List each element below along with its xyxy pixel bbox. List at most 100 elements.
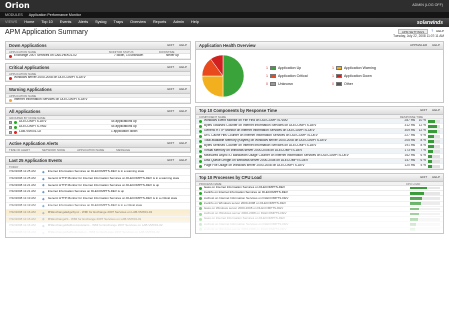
event-row[interactable]: 7/22/2008 11:16 AM ◆ MSExchangeEdgeSync - …	[6, 209, 190, 217]
component-link[interactable]: Virtual Memory on Windows server 2000-20…	[204, 149, 391, 153]
event-row[interactable]: 7/22/2008 11:21 AM ◆ Internet Information …	[6, 189, 190, 197]
nav-traps[interactable]: Traps	[114, 20, 124, 25]
event-message[interactable]: MSExchangeMailSubmission - WMI for Excha…	[48, 231, 160, 235]
help-button[interactable]: HELP	[179, 158, 187, 163]
process-link[interactable]: inetinfo on Internet Information Service…	[204, 191, 408, 195]
edit-button[interactable]: EDIT	[420, 175, 427, 180]
nav-home[interactable]: Home	[24, 20, 34, 25]
event-message[interactable]: Internet Information Services on DLECOMP…	[48, 190, 124, 194]
node-link[interactable]: DLECOMPTS-DEV	[19, 120, 109, 124]
logout-link[interactable]: ADMIN (LOG OFF)	[412, 3, 443, 7]
nav-syslog[interactable]: Syslog	[95, 20, 106, 25]
help-button[interactable]: HELP	[179, 43, 187, 48]
process-link[interactable]: lsass on Windows server 2000-2008 on DLE…	[204, 207, 408, 211]
help-button[interactable]: HELP	[179, 141, 187, 146]
component-link[interactable]: Generic HTTP Monitor on Internet Informa…	[204, 129, 391, 133]
edit-button[interactable]: EDIT	[167, 87, 174, 92]
process-link[interactable]: svchost on Internet Information Services…	[204, 197, 408, 201]
event-row[interactable]: 7/22/2008 11:21 AM ◆ Generic HTTP Monitor …	[6, 183, 190, 190]
page-help-link[interactable]: HELP	[436, 29, 444, 34]
help-button[interactable]: HELP	[179, 109, 187, 114]
legend-item[interactable]: 1 Application Critical	[266, 74, 326, 78]
component-link[interactable]: Bytes Total/sec Counter on Internet Info…	[204, 124, 391, 128]
help-button[interactable]: HELP	[432, 175, 440, 180]
process-link[interactable]: svchost on Windows server 2000-2008 on D…	[204, 212, 408, 216]
nav-top10[interactable]: Top 10	[41, 20, 52, 25]
event-message[interactable]: MSExchangeIS - WMI for Exchange 2007 Ser…	[48, 218, 142, 222]
event-message[interactable]: MSExchangeMailboxAssistants - WMI for Ex…	[48, 224, 163, 228]
help-icon[interactable]: ?	[431, 29, 433, 33]
status-warning-icon	[9, 98, 12, 102]
component-link[interactable]: Disk Queue Length on Windows server 2000…	[204, 159, 391, 163]
event-message[interactable]: Internet Information Services on DLECOMP…	[48, 204, 143, 208]
legend-swatch-icon	[336, 65, 342, 70]
node-link[interactable]: LAB-VMX01-02	[19, 130, 109, 134]
nav-alerts[interactable]: Alerts	[78, 20, 88, 25]
component-link[interactable]: Page File Usage on Windows server 2000-2…	[204, 164, 391, 168]
process-link[interactable]: svchost on Windows server 2000-2008 on D…	[204, 228, 408, 232]
process-link[interactable]: svchost on Internet Information Services…	[204, 223, 408, 227]
event-row[interactable]: 7/22/2008 11:25 AM ◆ Generic HTTP Monitor …	[6, 176, 190, 183]
event-row[interactable]: 7/22/2008 11:19 AM ◆ Generic HTTP Monitor …	[6, 196, 190, 203]
process-link[interactable]: inetinfo on Windows server 2000-2008 on …	[204, 202, 408, 206]
nav-admin[interactable]: Admin	[173, 20, 184, 25]
event-message[interactable]: Generic HTTP Monitor for Internet Inform…	[48, 177, 180, 181]
column-header: CPU LOAD	[406, 182, 421, 186]
legend-item[interactable]: 0 Unknown	[266, 82, 326, 87]
app-link[interactable]: Windows server 2000-2008 on DLECOMPTS-DE…	[14, 76, 86, 80]
event-row[interactable]: 7/22/2008 11:19 AM ◆ Internet Information …	[6, 203, 190, 210]
edit-button[interactable]: EDIT	[167, 65, 174, 70]
event-message[interactable]: Generic HTTP Monitor for Internet Inform…	[48, 197, 178, 201]
appmailer-button[interactable]: APPMAILER	[410, 43, 427, 48]
help-button[interactable]: HELP	[179, 65, 187, 70]
views-label: VIEWS	[5, 20, 18, 25]
process-link[interactable]: lsass on Internet Information Services o…	[204, 186, 408, 190]
component-link[interactable]: Bytes Sent/sec Counter on Internet Infor…	[204, 144, 391, 148]
event-message[interactable]: Generic HTTP Monitor for Internet Inform…	[48, 184, 159, 188]
help-button[interactable]: HELP	[179, 87, 187, 92]
expand-icon[interactable]: +	[9, 130, 12, 134]
legend-item[interactable]: 1 Application Up	[266, 66, 326, 70]
help-button[interactable]: HELP	[432, 43, 440, 48]
nav-help[interactable]: Help	[191, 20, 199, 25]
table-row[interactable]: Exchange 2007 Services on LAB-VMX01-02 7 …	[6, 54, 190, 59]
component-link[interactable]: Windows Event Monitor on File Find on DL…	[204, 119, 391, 123]
edit-button[interactable]: EDIT	[420, 108, 427, 113]
process-row[interactable]: svchost on Windows server 2000-2008 on D…	[196, 228, 443, 233]
status-up-icon	[199, 139, 202, 143]
edit-button[interactable]: EDIT	[167, 43, 174, 48]
column-header: TIME OF ALERT	[9, 148, 30, 152]
legend-item[interactable]: 0 Other	[332, 82, 392, 87]
event-row[interactable]: 7/22/2008 11:16 AM ◆ MSExchangeMailboxAssi…	[6, 223, 190, 231]
help-button[interactable]: HELP	[432, 108, 440, 113]
app-link[interactable]: Internet Information Services on DLECOMP…	[14, 98, 88, 102]
event-row[interactable]: 7/22/2008 11:16 AM ◆ MSExchangeMailSubmiss…	[6, 230, 190, 237]
expand-icon[interactable]: +	[9, 120, 12, 124]
app-link[interactable]: Exchange 2007 Services on LAB-VMX01-02	[14, 54, 112, 58]
table-row[interactable]: Windows server 2000-2008 on DLECOMPTS-DE…	[6, 76, 190, 81]
event-row[interactable]: 7/22/2008 11:16 AM ◆ MSExchangeIS - WMI fo…	[6, 216, 190, 224]
component-row[interactable]: Page File Usage on Windows server 2000-2…	[196, 164, 443, 169]
event-message[interactable]: MSExchangeEdgeSync - WMI for Exchange 20…	[48, 211, 153, 215]
node-row[interactable]: + LAB-VMX01-02 1 application down	[6, 130, 190, 135]
component-link[interactable]: Measured Async IO Bandwidth Usage Counte…	[204, 154, 391, 158]
event-row[interactable]: 7/22/2008 11:25 AM ◆ Internet Information …	[6, 169, 190, 176]
edit-button[interactable]: EDIT	[167, 158, 174, 163]
edit-button[interactable]: EDIT	[167, 141, 174, 146]
event-icon: ◆	[42, 169, 45, 174]
legend-item[interactable]: 1 Application Down	[332, 74, 392, 78]
nav-events[interactable]: Events	[60, 20, 72, 25]
nav-overview[interactable]: Overview	[130, 20, 146, 25]
edit-button[interactable]: EDIT	[167, 109, 174, 114]
event-message[interactable]: Internet Information Services on DLECOMP…	[48, 170, 145, 174]
expand-icon[interactable]: +	[9, 125, 12, 129]
table-row[interactable]: Internet Information Services on DLECOMP…	[6, 98, 190, 103]
legend-item[interactable]: 1 Application Warning	[332, 66, 392, 70]
component-link[interactable]: URL Cache Hits Counter on Internet Infor…	[204, 134, 391, 138]
process-link[interactable]: lsass on Internet Information Services o…	[204, 217, 408, 221]
node-link[interactable]: DLECOMPTS-VM2	[19, 125, 109, 129]
component-link[interactable]: Total available Memory (KBytes) on Windo…	[204, 139, 391, 143]
status-up-icon	[199, 129, 202, 133]
column-header: GROUPED BY NODE NAME	[9, 116, 46, 120]
nav-reports[interactable]: Reports	[153, 20, 166, 25]
